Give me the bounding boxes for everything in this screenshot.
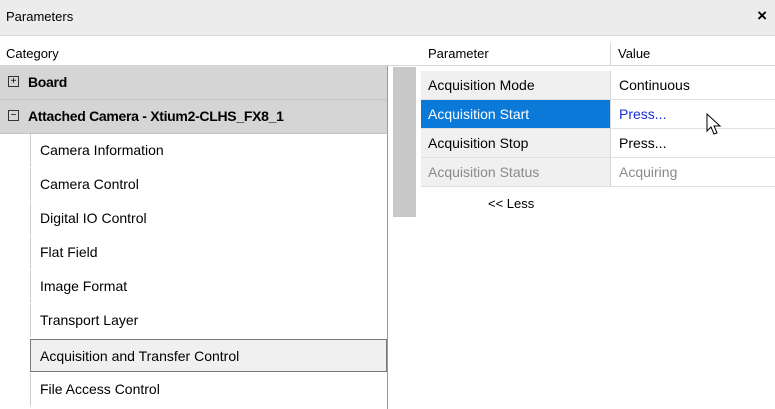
parameter-value-cell[interactable]: Press...	[612, 100, 775, 128]
close-icon[interactable]: ×	[757, 6, 767, 26]
parameter-name: Acquisition Status	[428, 164, 540, 180]
category-group-label: Board	[28, 74, 67, 90]
parameter-header-label: Parameter	[428, 46, 489, 61]
category-item-camera-information[interactable]: Camera Information	[30, 134, 387, 167]
category-item-digital-io-control[interactable]: Digital IO Control	[30, 202, 387, 235]
title-bar: Parameters ×	[0, 0, 775, 36]
parameter-row-acquisition-mode[interactable]: Acquisition Mode Continuous	[421, 71, 775, 100]
expand-icon[interactable]: +	[8, 76, 19, 87]
parameter-name: Acquisition Start	[428, 106, 530, 122]
press-button[interactable]: Press...	[619, 135, 666, 151]
value-column-header[interactable]: Value	[611, 43, 775, 66]
parameter-name-cell: Acquisition Status	[421, 158, 611, 186]
value-header-label: Value	[618, 46, 651, 61]
category-header-label: Category	[6, 46, 59, 61]
category-group-label: Attached Camera - Xtium2-CLHS_FX8_1	[28, 108, 284, 124]
parameter-name-cell: Acquisition Mode	[421, 71, 611, 99]
category-item-label: File Access Control	[40, 381, 160, 397]
category-column-header: Category	[0, 43, 421, 66]
category-group-board[interactable]: + Board	[0, 66, 387, 100]
parameter-name: Acquisition Stop	[428, 135, 529, 151]
press-button[interactable]: Press...	[619, 106, 666, 122]
category-item-label: Camera Control	[40, 176, 139, 192]
parameter-row-acquisition-status: Acquisition Status Acquiring	[421, 158, 775, 187]
parameter-value-cell: Acquiring	[612, 158, 775, 186]
category-item-label: Camera Information	[40, 142, 164, 158]
window-title: Parameters	[6, 9, 74, 24]
category-item-label: Digital IO Control	[40, 210, 147, 226]
category-item-image-format[interactable]: Image Format	[30, 270, 387, 303]
parameter-value-cell[interactable]: Continuous	[612, 71, 775, 99]
parameter-value-cell[interactable]: Press...	[612, 129, 775, 157]
category-item-camera-control[interactable]: Camera Control	[30, 168, 387, 201]
category-item-flat-field[interactable]: Flat Field	[30, 236, 387, 269]
less-link[interactable]: << Less	[488, 196, 534, 211]
category-item-label: Transport Layer	[40, 312, 139, 328]
category-item-label: Flat Field	[40, 244, 98, 260]
category-item-transport-layer[interactable]: Transport Layer	[30, 304, 387, 337]
row-header-strip	[393, 67, 416, 217]
parameter-name: Acquisition Mode	[428, 77, 535, 93]
category-group-attached-camera[interactable]: − Attached Camera - Xtium2-CLHS_FX8_1	[0, 100, 387, 134]
parameter-name-cell: Acquisition Start	[421, 100, 611, 128]
mouse-pointer-icon	[706, 113, 722, 135]
parameter-value: Acquiring	[619, 164, 678, 180]
category-tree: + Board − Attached Camera - Xtium2-CLHS_…	[0, 66, 388, 409]
parameter-value[interactable]: Continuous	[619, 77, 690, 93]
category-item-file-access-control[interactable]: File Access Control	[30, 373, 387, 406]
category-item-label: Acquisition and Transfer Control	[40, 348, 240, 364]
panel-divider[interactable]	[387, 66, 388, 409]
collapse-icon[interactable]: −	[8, 110, 19, 121]
category-item-label: Image Format	[40, 278, 128, 294]
category-item-acquisition-and-transfer-control[interactable]: Acquisition and Transfer Control	[30, 339, 387, 372]
parameter-column-header[interactable]: Parameter	[421, 43, 611, 66]
parameter-name-cell: Acquisition Stop	[421, 129, 611, 157]
